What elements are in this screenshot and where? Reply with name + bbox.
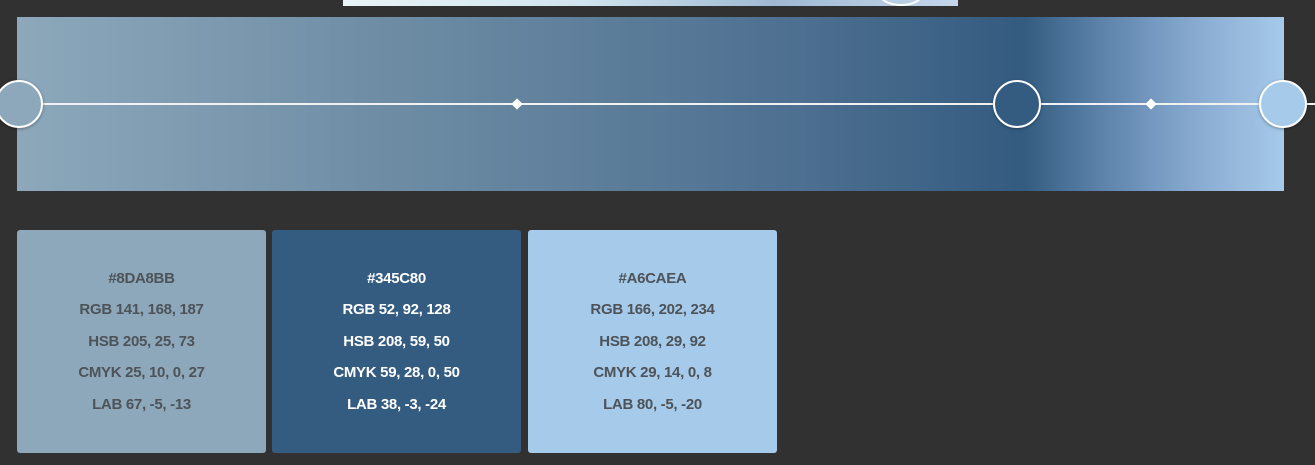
- swatch-hsb: HSB 205, 25, 73: [88, 332, 195, 350]
- swatch-hsb: HSB 208, 59, 50: [343, 332, 450, 350]
- gradient-track-line: [0, 103, 1315, 105]
- swatch-hex: #A6CAEA: [618, 269, 687, 287]
- swatch-cmyk: CMYK 29, 14, 0, 8: [593, 364, 712, 382]
- swatch-cmyk: CMYK 25, 10, 0, 27: [78, 364, 205, 382]
- swatch-lab: LAB 80, -5, -20: [603, 395, 702, 413]
- swatch-hex: #8DA8BB: [108, 269, 175, 287]
- swatch-rgb: RGB 166, 202, 234: [590, 301, 715, 319]
- swatch-rgb: RGB 141, 168, 187: [79, 301, 204, 319]
- swatch-rgb: RGB 52, 92, 128: [342, 301, 451, 319]
- color-swatch-2[interactable]: #345C80 RGB 52, 92, 128 HSB 208, 59, 50 …: [272, 230, 521, 453]
- swatch-lab: LAB 38, -3, -24: [347, 395, 446, 413]
- color-swatch-3[interactable]: #A6CAEA RGB 166, 202, 234 HSB 208, 29, 9…: [528, 230, 777, 453]
- swatch-lab: LAB 67, -5, -13: [92, 395, 191, 413]
- swatch-hex: #345C80: [367, 269, 426, 287]
- gradient-stop-handle-3[interactable]: [1259, 80, 1307, 128]
- swatch-cmyk: CMYK 59, 28, 0, 50: [333, 364, 460, 382]
- color-swatch-1[interactable]: #8DA8BB RGB 141, 168, 187 HSB 205, 25, 7…: [17, 230, 266, 453]
- source-image-strip: [343, 0, 958, 6]
- gradient-stop-handle-2[interactable]: [993, 80, 1041, 128]
- swatch-hsb: HSB 208, 29, 92: [599, 332, 706, 350]
